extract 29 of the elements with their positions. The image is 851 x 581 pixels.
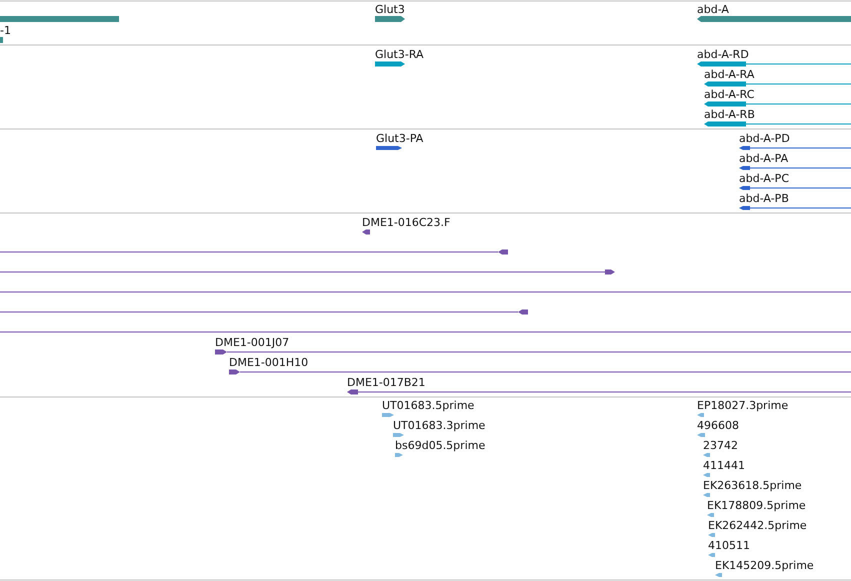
feature-label: 23742 [703, 439, 738, 452]
feature-label: 410511 [708, 539, 750, 552]
feature-label: 411441 [703, 459, 745, 472]
feature-label: abd-A-RA [704, 68, 754, 81]
feature-label: EK263618.5prime [703, 479, 802, 492]
feature-label: abd-A-PD [739, 132, 790, 145]
feature-label: abd-A-RD [697, 48, 749, 61]
feature-label: abd-A-PB [739, 192, 789, 205]
feature-label: DME1-001H10 [229, 356, 308, 369]
feature-label: EP18027.3prime [697, 399, 788, 412]
feature-label: abd-A-PA [739, 152, 788, 165]
feature-label: -1 [0, 24, 11, 37]
feature-label: abd-A-RC [704, 88, 754, 101]
feature-label: DME1-001J07 [215, 336, 290, 349]
feature-label: DME1-016C23.F [362, 216, 450, 229]
feature-label: abd-A-PC [739, 172, 789, 185]
feature-label: UT01683.3prime [393, 419, 486, 432]
feature-label: Glut3-PA [376, 132, 424, 145]
feature-label: bs69d05.5prime [395, 439, 486, 452]
feature-label: abd-A-RB [704, 108, 755, 121]
feature-label: DME1-017B21 [347, 376, 426, 389]
feature-label: 496608 [697, 419, 739, 432]
feature-label: EK262442.5prime [708, 519, 807, 532]
feature-label: abd-A [697, 3, 729, 16]
feature-label: EK178809.5prime [707, 499, 806, 512]
feature-label: EK145209.5prime [715, 559, 814, 572]
feature-label: Glut3 [375, 3, 405, 16]
feature-label: UT01683.5prime [382, 399, 474, 412]
feature-label: Glut3-RA [375, 48, 424, 61]
